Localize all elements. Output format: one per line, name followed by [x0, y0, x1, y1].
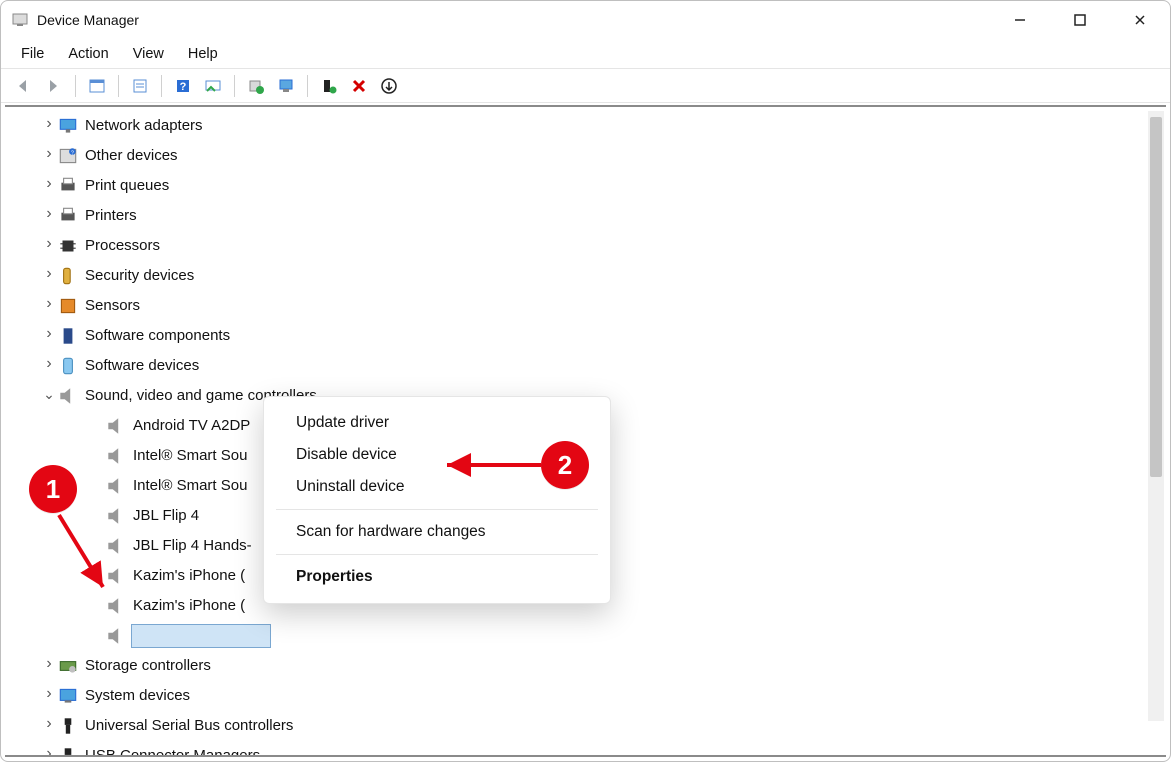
category-printers[interactable]: Printers: [5, 201, 1166, 231]
uninstall-device-button[interactable]: [346, 73, 372, 99]
menu-help[interactable]: Help: [176, 42, 230, 66]
other-device-icon: ?: [57, 145, 79, 167]
properties-button[interactable]: [127, 73, 153, 99]
ctx-update-driver[interactable]: Update driver: [264, 407, 610, 439]
back-button[interactable]: [11, 73, 37, 99]
menu-action[interactable]: Action: [56, 42, 120, 66]
category-label: Software components: [85, 321, 230, 351]
context-menu: Update driver Disable device Uninstall d…: [263, 396, 611, 604]
menu-view[interactable]: View: [121, 42, 176, 66]
category-storage-controllers[interactable]: Storage controllers: [5, 651, 1166, 681]
security-icon: [57, 265, 79, 287]
sensor-icon: [57, 295, 79, 317]
category-software-devices[interactable]: Software devices: [5, 351, 1166, 381]
ctx-separator: [276, 509, 598, 510]
device-label: Kazim's iPhone (: [133, 591, 245, 621]
usb-icon: [57, 745, 79, 755]
add-legacy-button[interactable]: [376, 73, 402, 99]
svg-text:?: ?: [71, 150, 74, 156]
speaker-icon: [105, 535, 127, 557]
menu-file[interactable]: File: [9, 42, 56, 66]
category-label: Storage controllers: [85, 651, 211, 681]
minimize-button[interactable]: [990, 1, 1050, 39]
category-label: Processors: [85, 231, 160, 261]
ctx-properties[interactable]: Properties: [264, 561, 610, 593]
category-label: Other devices: [85, 141, 178, 171]
category-label: Software devices: [85, 351, 199, 381]
annotation-badge-2: 2: [541, 441, 589, 489]
category-label: Print queues: [85, 171, 169, 201]
speaker-icon: [105, 475, 127, 497]
vertical-scrollbar[interactable]: [1148, 111, 1164, 721]
speaker-icon: [57, 385, 79, 407]
window-frame: Device Manager File Action View Help ?: [0, 0, 1171, 762]
annotation-badge-1: 1: [29, 465, 77, 513]
network-icon: [57, 115, 79, 137]
content-bottom-border: [5, 755, 1166, 757]
category-usb-controllers[interactable]: Universal Serial Bus controllers: [5, 711, 1166, 741]
category-label: Sensors: [85, 291, 140, 321]
speaker-icon: [105, 625, 127, 647]
disable-device-button[interactable]: [316, 73, 342, 99]
selection-highlight: [131, 624, 271, 648]
speaker-icon: [105, 445, 127, 467]
storage-icon: [57, 655, 79, 677]
system-icon: [57, 685, 79, 707]
toolbar: ?: [1, 69, 1170, 103]
show-hidden-button[interactable]: [84, 73, 110, 99]
usb-icon: [57, 715, 79, 737]
menu-bar: File Action View Help: [1, 39, 1170, 69]
device-label: JBL Flip 4: [133, 501, 199, 531]
title-bar: Device Manager: [1, 1, 1170, 39]
speaker-icon: [105, 565, 127, 587]
speaker-icon: [105, 415, 127, 437]
category-other-devices[interactable]: ? Other devices: [5, 141, 1166, 171]
category-label: System devices: [85, 681, 190, 711]
category-usb-connector-managers[interactable]: USB Connector Managers: [5, 741, 1166, 755]
forward-button[interactable]: [39, 73, 65, 99]
window-title: Device Manager: [37, 12, 139, 28]
enable-device-button[interactable]: [273, 73, 299, 99]
speaker-icon: [105, 505, 127, 527]
maximize-button[interactable]: [1050, 1, 1110, 39]
device-label: Intel® Smart Sou: [133, 441, 247, 471]
category-sensors[interactable]: Sensors: [5, 291, 1166, 321]
cpu-icon: [57, 235, 79, 257]
category-processors[interactable]: Processors: [5, 231, 1166, 261]
close-button[interactable]: [1110, 1, 1170, 39]
category-label: Security devices: [85, 261, 194, 291]
device-item-selected[interactable]: [5, 621, 1166, 651]
svg-text:?: ?: [180, 81, 187, 93]
category-software-components[interactable]: Software components: [5, 321, 1166, 351]
app-icon: [11, 11, 29, 29]
category-label: USB Connector Managers: [85, 741, 260, 755]
device-label: Kazim's iPhone (: [133, 561, 245, 591]
device-label: Android TV A2DP: [133, 411, 250, 441]
category-print-queues[interactable]: Print queues: [5, 171, 1166, 201]
printer-icon: [57, 175, 79, 197]
category-network-adapters[interactable]: Network adapters: [5, 111, 1166, 141]
category-label: Printers: [85, 201, 137, 231]
category-label: Universal Serial Bus controllers: [85, 711, 293, 741]
scan-button[interactable]: [200, 73, 226, 99]
printer-icon: [57, 205, 79, 227]
scrollbar-thumb[interactable]: [1150, 117, 1162, 477]
software-device-icon: [57, 355, 79, 377]
window-controls: [990, 1, 1170, 39]
update-driver-button[interactable]: [243, 73, 269, 99]
speaker-icon: [105, 595, 127, 617]
category-system-devices[interactable]: System devices: [5, 681, 1166, 711]
ctx-scan-hardware[interactable]: Scan for hardware changes: [264, 516, 610, 548]
device-label: JBL Flip 4 Hands-: [133, 531, 252, 561]
help-button[interactable]: ?: [170, 73, 196, 99]
category-label: Network adapters: [85, 111, 203, 141]
ctx-separator: [276, 554, 598, 555]
category-security-devices[interactable]: Security devices: [5, 261, 1166, 291]
device-label: Intel® Smart Sou: [133, 471, 247, 501]
component-icon: [57, 325, 79, 347]
